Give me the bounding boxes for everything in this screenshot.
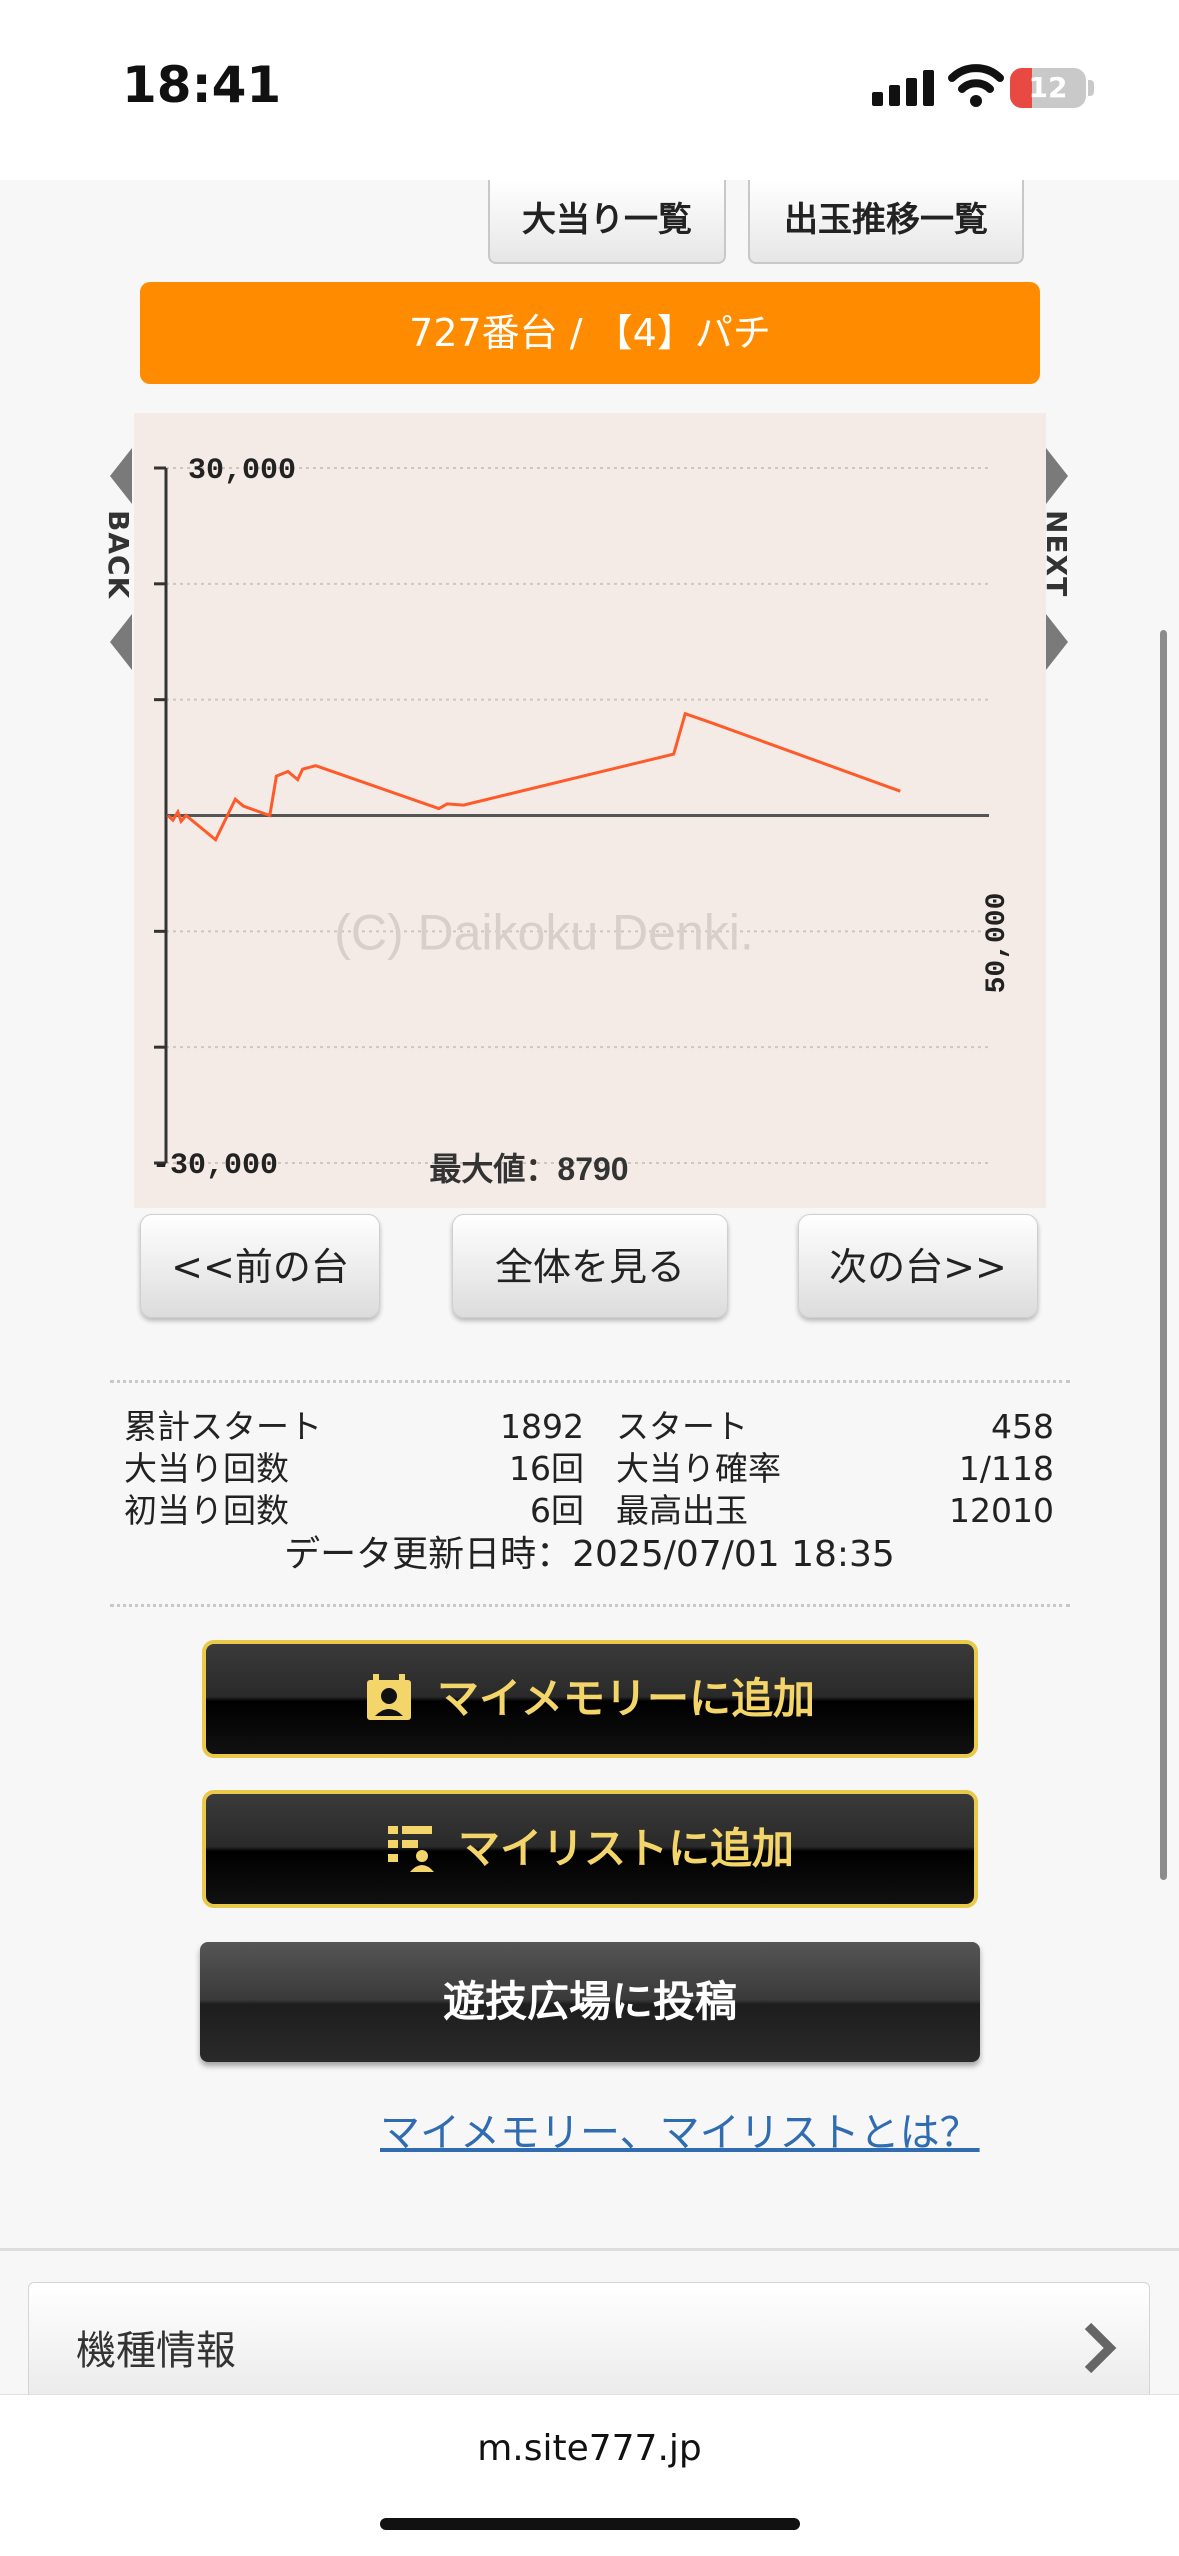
post-to-plaza-button[interactable]: 遊技広場に投稿: [200, 1942, 980, 2062]
start-value: 458: [991, 1407, 1054, 1446]
probability-value: 1/118: [958, 1449, 1054, 1488]
section-separator: [0, 2248, 1179, 2251]
cum-start-value: 1892: [500, 1407, 584, 1446]
add-memory-label: マイメモリーに追加: [436, 1674, 815, 1723]
first-hits-label: 初当り回数: [124, 1491, 289, 1530]
next-arrow-up-icon[interactable]: [1046, 448, 1068, 504]
chevron-right-icon: [1084, 2322, 1117, 2374]
url-display[interactable]: m.site777.jp: [0, 2428, 1179, 2469]
divider-bottom: [110, 1604, 1070, 1607]
view-all-button[interactable]: 全体を見る: [452, 1214, 728, 1318]
back-arrow-up-icon[interactable]: [110, 448, 132, 504]
max-payout-label: 最高出玉: [616, 1491, 748, 1530]
payout-list-button[interactable]: 出玉推移一覧: [748, 180, 1024, 264]
probability-label: 大当り確率: [616, 1449, 781, 1488]
y-tick-label-top: 30,000: [188, 454, 296, 488]
cum-start-label: 累計スタート: [124, 1407, 322, 1446]
memory-list-help-link[interactable]: マイメモリー、マイリストとは？: [380, 2100, 980, 2158]
jackpot-list-button[interactable]: 大当り一覧: [488, 180, 726, 264]
add-list-label: マイリストに追加: [457, 1824, 794, 1873]
start-label: スタート: [616, 1407, 748, 1446]
battery-level: 12: [1028, 71, 1068, 104]
max-payout-value: 12010: [949, 1491, 1054, 1530]
data-updated: データ更新日時：2025/07/01 18:35: [284, 1534, 895, 1575]
y-ticks: [154, 466, 166, 1165]
wifi-icon: [948, 64, 1004, 107]
max-value-label: 最大値：8790: [429, 1151, 628, 1187]
scrollbar[interactable]: [1160, 630, 1167, 1880]
status-time: 18:41: [122, 56, 282, 114]
home-indicator[interactable]: [380, 2518, 800, 2530]
machine-title: 727番台 / 【4】パチ: [140, 282, 1040, 384]
series-line: [166, 711, 901, 843]
next-machine-button[interactable]: 次の台>>: [798, 1214, 1038, 1318]
memory-icon: [366, 1673, 411, 1720]
first-hits-value: 6回: [530, 1491, 584, 1530]
machine-info-label: 機種情報: [76, 2328, 236, 2374]
list-icon: [387, 1825, 434, 1872]
back-label[interactable]: BACK: [102, 510, 135, 599]
browser-bottom-bar: [0, 2394, 1179, 2556]
cellular-signal-icon: [872, 70, 936, 106]
add-memory-button[interactable]: マイメモリーに追加: [202, 1640, 978, 1758]
back-arrow-down-icon[interactable]: [110, 614, 132, 670]
jackpots-label: 大当り回数: [124, 1449, 289, 1488]
y-tick-label-bottom: -30,000: [152, 1149, 278, 1183]
jackpots-value: 16回: [509, 1449, 584, 1488]
prev-machine-button[interactable]: <<前の台: [140, 1214, 380, 1318]
battery-cap: [1088, 80, 1094, 96]
watermark: (C) Daikoku Denki.: [334, 904, 754, 960]
battery-icon: 12: [1010, 68, 1086, 108]
next-arrow-down-icon[interactable]: [1046, 614, 1068, 670]
x-tick-label: 50,000: [982, 893, 1013, 994]
divider-top: [110, 1380, 1070, 1383]
graph-plot: 30,000 -30,000 (C) Daikoku Denki. 50,000…: [152, 454, 1013, 1187]
add-list-button[interactable]: マイリストに追加: [202, 1790, 978, 1908]
